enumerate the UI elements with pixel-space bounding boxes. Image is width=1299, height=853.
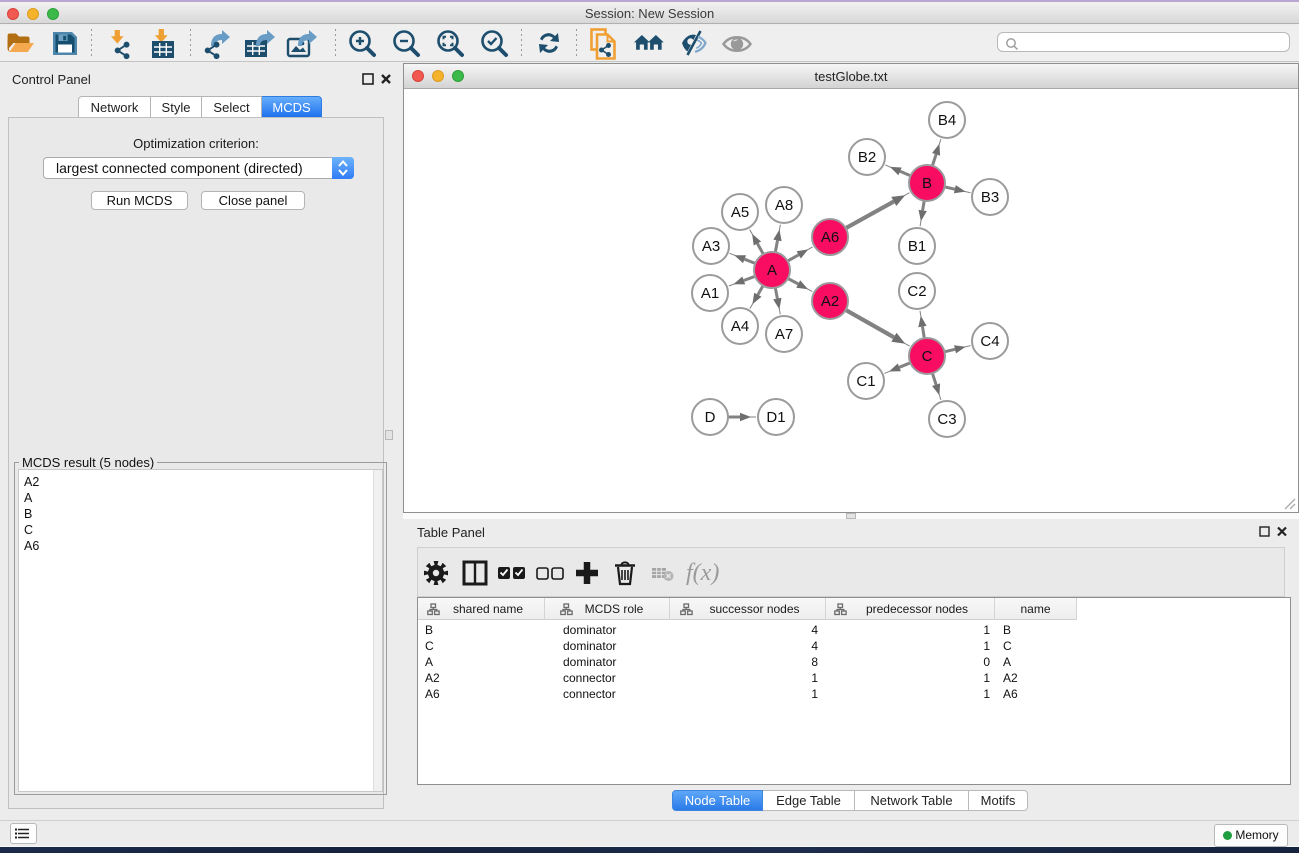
svg-text:A7: A7	[775, 326, 793, 343]
svg-text:C: C	[922, 348, 933, 365]
svg-text:C2: C2	[907, 283, 926, 300]
svg-text:A6: A6	[821, 229, 839, 246]
svg-text:f(x): f(x)	[686, 560, 719, 586]
svg-text:C4: C4	[980, 333, 999, 350]
svg-text:B3: B3	[981, 189, 999, 206]
svg-text:B2: B2	[858, 149, 876, 166]
svg-text:C1: C1	[856, 373, 875, 390]
svg-text:D: D	[705, 409, 716, 426]
svg-text:A2: A2	[821, 293, 839, 310]
svg-text:A3: A3	[702, 238, 720, 255]
svg-text:A: A	[767, 262, 777, 279]
svg-text:A5: A5	[731, 204, 749, 221]
svg-text:A8: A8	[775, 197, 793, 214]
svg-text:B1: B1	[908, 238, 926, 255]
svg-text:D1: D1	[766, 409, 785, 426]
svg-text:B: B	[922, 175, 932, 192]
svg-text:B4: B4	[938, 112, 956, 129]
svg-text:C3: C3	[937, 411, 956, 428]
svg-text:A4: A4	[731, 318, 749, 335]
svg-text:A1: A1	[701, 285, 719, 302]
